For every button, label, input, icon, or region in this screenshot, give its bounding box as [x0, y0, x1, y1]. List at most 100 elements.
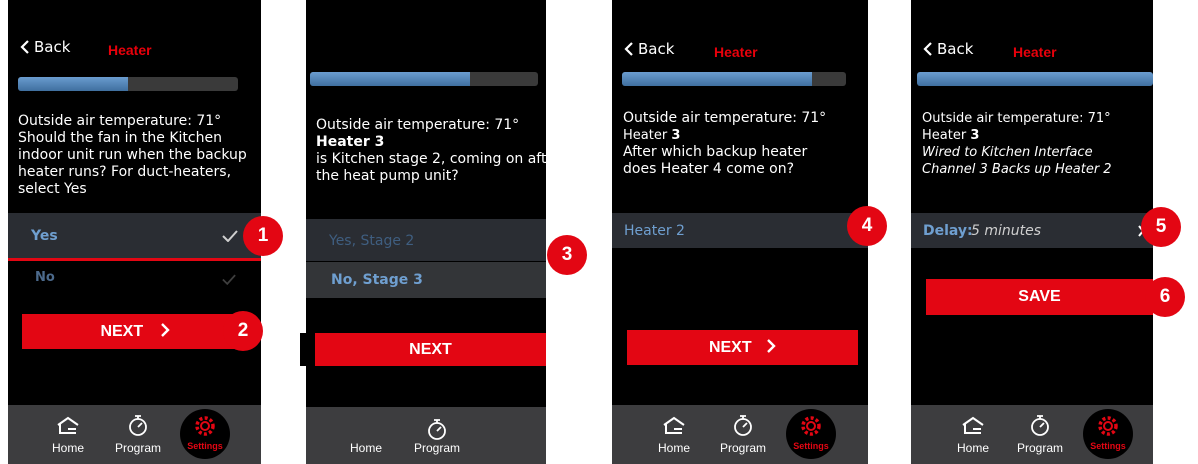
- nav-label: Program: [115, 441, 162, 455]
- page-title: Heater: [108, 42, 152, 58]
- nav-label: Home: [52, 441, 85, 455]
- progress-fill: [917, 72, 1153, 86]
- option-label: Yes, Stage 2: [329, 233, 415, 249]
- callout-3: 3: [547, 235, 587, 275]
- nav-program[interactable]: Program: [1015, 411, 1065, 461]
- next-button[interactable]: NEXT: [627, 330, 858, 365]
- back-label: Back: [638, 40, 675, 58]
- option-no[interactable]: No: [8, 261, 261, 299]
- heater-line: Heater 3: [922, 128, 980, 143]
- screen-heater-summary: Back Heater Outside air temperature: 71°…: [911, 0, 1153, 464]
- home-icon: [663, 416, 685, 434]
- bottom-nav: Home Program Settings: [612, 405, 868, 464]
- nav-home[interactable]: Home: [48, 413, 88, 461]
- info-line: Channel 3 Backs up Heater 2: [922, 162, 1112, 177]
- nav-settings[interactable]: Settings: [786, 409, 836, 459]
- chevron-left-icon: [624, 42, 633, 56]
- bottom-nav: Home Program Settings: [8, 405, 261, 464]
- question-line: does Heater 4 come on?: [623, 161, 795, 177]
- temp-line: Outside air temperature: 71°: [316, 117, 520, 133]
- checkmark-icon: [222, 274, 236, 285]
- back-button[interactable]: Back: [923, 40, 973, 58]
- save-label: SAVE: [1018, 288, 1061, 305]
- nav-label: Program: [720, 441, 767, 455]
- timer-icon: [129, 415, 147, 436]
- next-button[interactable]: NEXT: [22, 314, 248, 349]
- progress-fill: [18, 77, 128, 91]
- nav-label: Settings: [187, 441, 223, 451]
- nav-program[interactable]: Program: [113, 411, 163, 461]
- next-button[interactable]: NEXT: [315, 333, 546, 366]
- nav-label: Home: [658, 441, 691, 455]
- callout-6: 6: [1145, 277, 1185, 317]
- nav-program[interactable]: Program: [718, 411, 768, 461]
- page-title: Heater: [1013, 44, 1057, 60]
- callout-1: 1: [243, 216, 283, 256]
- heater-line: Heater 3: [316, 134, 385, 150]
- question-line: indoor unit run when the backup: [18, 147, 247, 163]
- heater-line: Heater 3: [623, 128, 681, 143]
- divider-block: [300, 333, 309, 366]
- question-line: is Kitchen stage 2, coming on after: [316, 151, 546, 167]
- bottom-nav: Home Program: [306, 407, 546, 464]
- save-button[interactable]: SAVE: [926, 279, 1153, 315]
- screen-fan-question: Back Heater Outside air temperature: 71°…: [8, 0, 261, 464]
- question-line: the heat pump unit?: [316, 168, 459, 184]
- question-line: select Yes: [18, 181, 87, 197]
- gear-icon: [1098, 416, 1118, 436]
- nav-label: Settings: [1090, 441, 1126, 451]
- timer-icon: [1031, 415, 1049, 436]
- option-no-stage-3[interactable]: No, Stage 3: [306, 262, 546, 298]
- question-line: Outside air temperature: 71°: [18, 113, 222, 129]
- home-icon: [962, 416, 984, 434]
- back-button[interactable]: Back: [20, 38, 70, 56]
- question-text: Outside air temperature: 71° Heater 3 Af…: [623, 110, 826, 178]
- nav-label: Program: [1017, 441, 1064, 455]
- nav-home[interactable]: Home: [654, 413, 694, 461]
- checkmark-icon: [222, 230, 238, 242]
- callout-2: 2: [223, 311, 263, 351]
- nav-home[interactable]: Home: [348, 441, 388, 461]
- option-yes[interactable]: Yes: [8, 213, 261, 261]
- back-label: Back: [937, 40, 974, 58]
- progress-bar: [310, 72, 538, 86]
- option-label: No, Stage 3: [331, 272, 423, 288]
- delay-row[interactable]: Delay: 5 minutes: [911, 213, 1153, 248]
- question-text: Outside air temperature: 71° Should the …: [18, 113, 247, 198]
- timer-icon: [428, 419, 446, 440]
- nav-settings[interactable]: Settings: [1083, 409, 1133, 459]
- chevron-right-icon: [767, 339, 776, 353]
- back-button[interactable]: Back: [624, 40, 674, 58]
- delay-label: Delay:: [923, 223, 973, 239]
- next-label: NEXT: [708, 339, 752, 356]
- temp-line: Outside air temperature: 71°: [922, 111, 1111, 126]
- option-yes-stage-2[interactable]: Yes, Stage 2: [306, 219, 546, 261]
- delay-value: 5 minutes: [971, 223, 1042, 239]
- chevron-left-icon: [923, 42, 932, 56]
- question-line: After which backup heater: [623, 144, 808, 160]
- nav-label: Home: [957, 441, 990, 455]
- nav-home[interactable]: Home: [953, 413, 993, 461]
- screen-stage-question: Outside air temperature: 71° Heater 3 is…: [306, 0, 546, 464]
- option-label: Heater 2: [624, 223, 685, 239]
- timer-icon: [734, 415, 752, 436]
- option-heater-2[interactable]: Heater 2: [612, 213, 868, 248]
- next-label: NEXT: [409, 341, 452, 358]
- screen-backup-order: Back Heater Outside air temperature: 71°…: [612, 0, 868, 464]
- nav-settings[interactable]: Settings: [180, 409, 230, 459]
- chevron-left-icon: [20, 40, 29, 54]
- progress-fill: [622, 72, 813, 86]
- info-line: Wired to Kitchen Interface: [922, 145, 1093, 160]
- info-text: Outside air temperature: 71° Heater 3 Wi…: [922, 110, 1112, 178]
- back-label: Back: [34, 38, 71, 56]
- option-label: Yes: [31, 228, 58, 244]
- nav-program[interactable]: Program: [412, 413, 464, 463]
- question-text: Outside air temperature: 71° Heater 3 is…: [316, 117, 546, 185]
- question-line: heater runs? For duct-heaters,: [18, 164, 232, 180]
- bottom-nav: Home Program Settings: [911, 405, 1153, 464]
- gear-icon: [195, 416, 215, 436]
- chevron-right-icon: [160, 323, 170, 337]
- progress-bar: [917, 72, 1153, 86]
- home-icon: [57, 416, 79, 434]
- nav-label: Settings: [793, 441, 829, 451]
